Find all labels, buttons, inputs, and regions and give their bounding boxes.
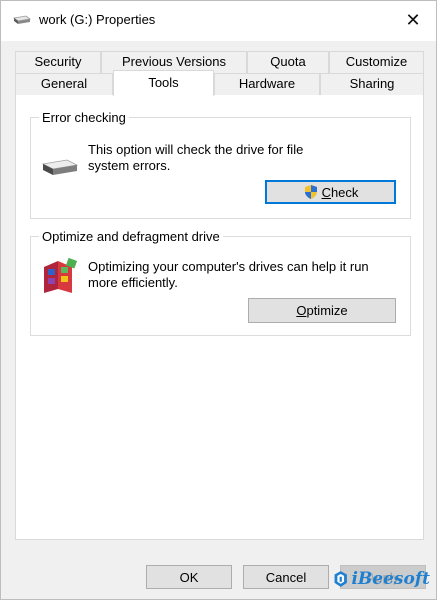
tab-quota[interactable]: Quota bbox=[247, 51, 329, 73]
check-button[interactable]: Check bbox=[265, 180, 396, 204]
optimize-desc-line1: Optimizing your computer's drives can he… bbox=[88, 259, 369, 274]
optimize-title: Optimize and defragment drive bbox=[39, 229, 223, 244]
error-checking-description: This option will check the drive for fil… bbox=[88, 142, 303, 174]
check-mnemonic: C bbox=[321, 184, 331, 200]
tools-panel: Error checking This option will check th… bbox=[15, 94, 424, 540]
tab-customize[interactable]: Customize bbox=[329, 51, 424, 73]
tab-row-front: General Tools Hardware Sharing bbox=[15, 70, 424, 96]
cancel-button[interactable]: Cancel bbox=[243, 565, 329, 589]
drive-icon bbox=[41, 159, 79, 175]
tab-general[interactable]: General bbox=[15, 73, 113, 95]
optimize-group: Optimize and defragment drive Optimizing… bbox=[30, 229, 411, 336]
error-checking-desc-line1: This option will check the drive for fil… bbox=[88, 142, 304, 157]
watermark-text: iBeesoft bbox=[351, 569, 430, 589]
ibeesoft-watermark: iBeesoft bbox=[334, 561, 430, 597]
check-label: heck bbox=[330, 184, 359, 200]
ok-button[interactable]: OK bbox=[146, 565, 232, 589]
tab-security[interactable]: Security bbox=[15, 51, 101, 73]
close-button[interactable]: ✕ bbox=[390, 1, 436, 39]
optimize-desc-line2: more efficiently. bbox=[88, 275, 178, 290]
optimize-description: Optimizing your computer's drives can he… bbox=[88, 259, 369, 291]
error-checking-title: Error checking bbox=[39, 110, 129, 125]
close-icon: ✕ bbox=[405, 9, 421, 30]
drive-icon bbox=[13, 15, 31, 24]
title-bar[interactable]: work (G:) Properties ✕ bbox=[1, 1, 436, 41]
optimize-mnemonic: O bbox=[296, 303, 307, 318]
ibeesoft-logo-icon bbox=[334, 571, 347, 587]
properties-window: work (G:) Properties ✕ Security Previous… bbox=[0, 0, 437, 600]
window-title: work (G:) Properties bbox=[39, 12, 156, 27]
tab-tools[interactable]: Tools bbox=[113, 70, 214, 96]
uac-shield-icon bbox=[304, 185, 317, 199]
defrag-icon bbox=[44, 257, 78, 293]
tab-hardware[interactable]: Hardware bbox=[214, 73, 320, 95]
tab-sharing[interactable]: Sharing bbox=[320, 73, 424, 95]
error-checking-group: Error checking This option will check th… bbox=[30, 110, 411, 219]
tab-row-back: Security Previous Versions Quota Customi… bbox=[15, 51, 424, 73]
optimize-button[interactable]: Optimize bbox=[248, 298, 396, 323]
optimize-label: ptimize bbox=[306, 303, 348, 318]
error-checking-desc-line2: system errors. bbox=[88, 158, 171, 173]
